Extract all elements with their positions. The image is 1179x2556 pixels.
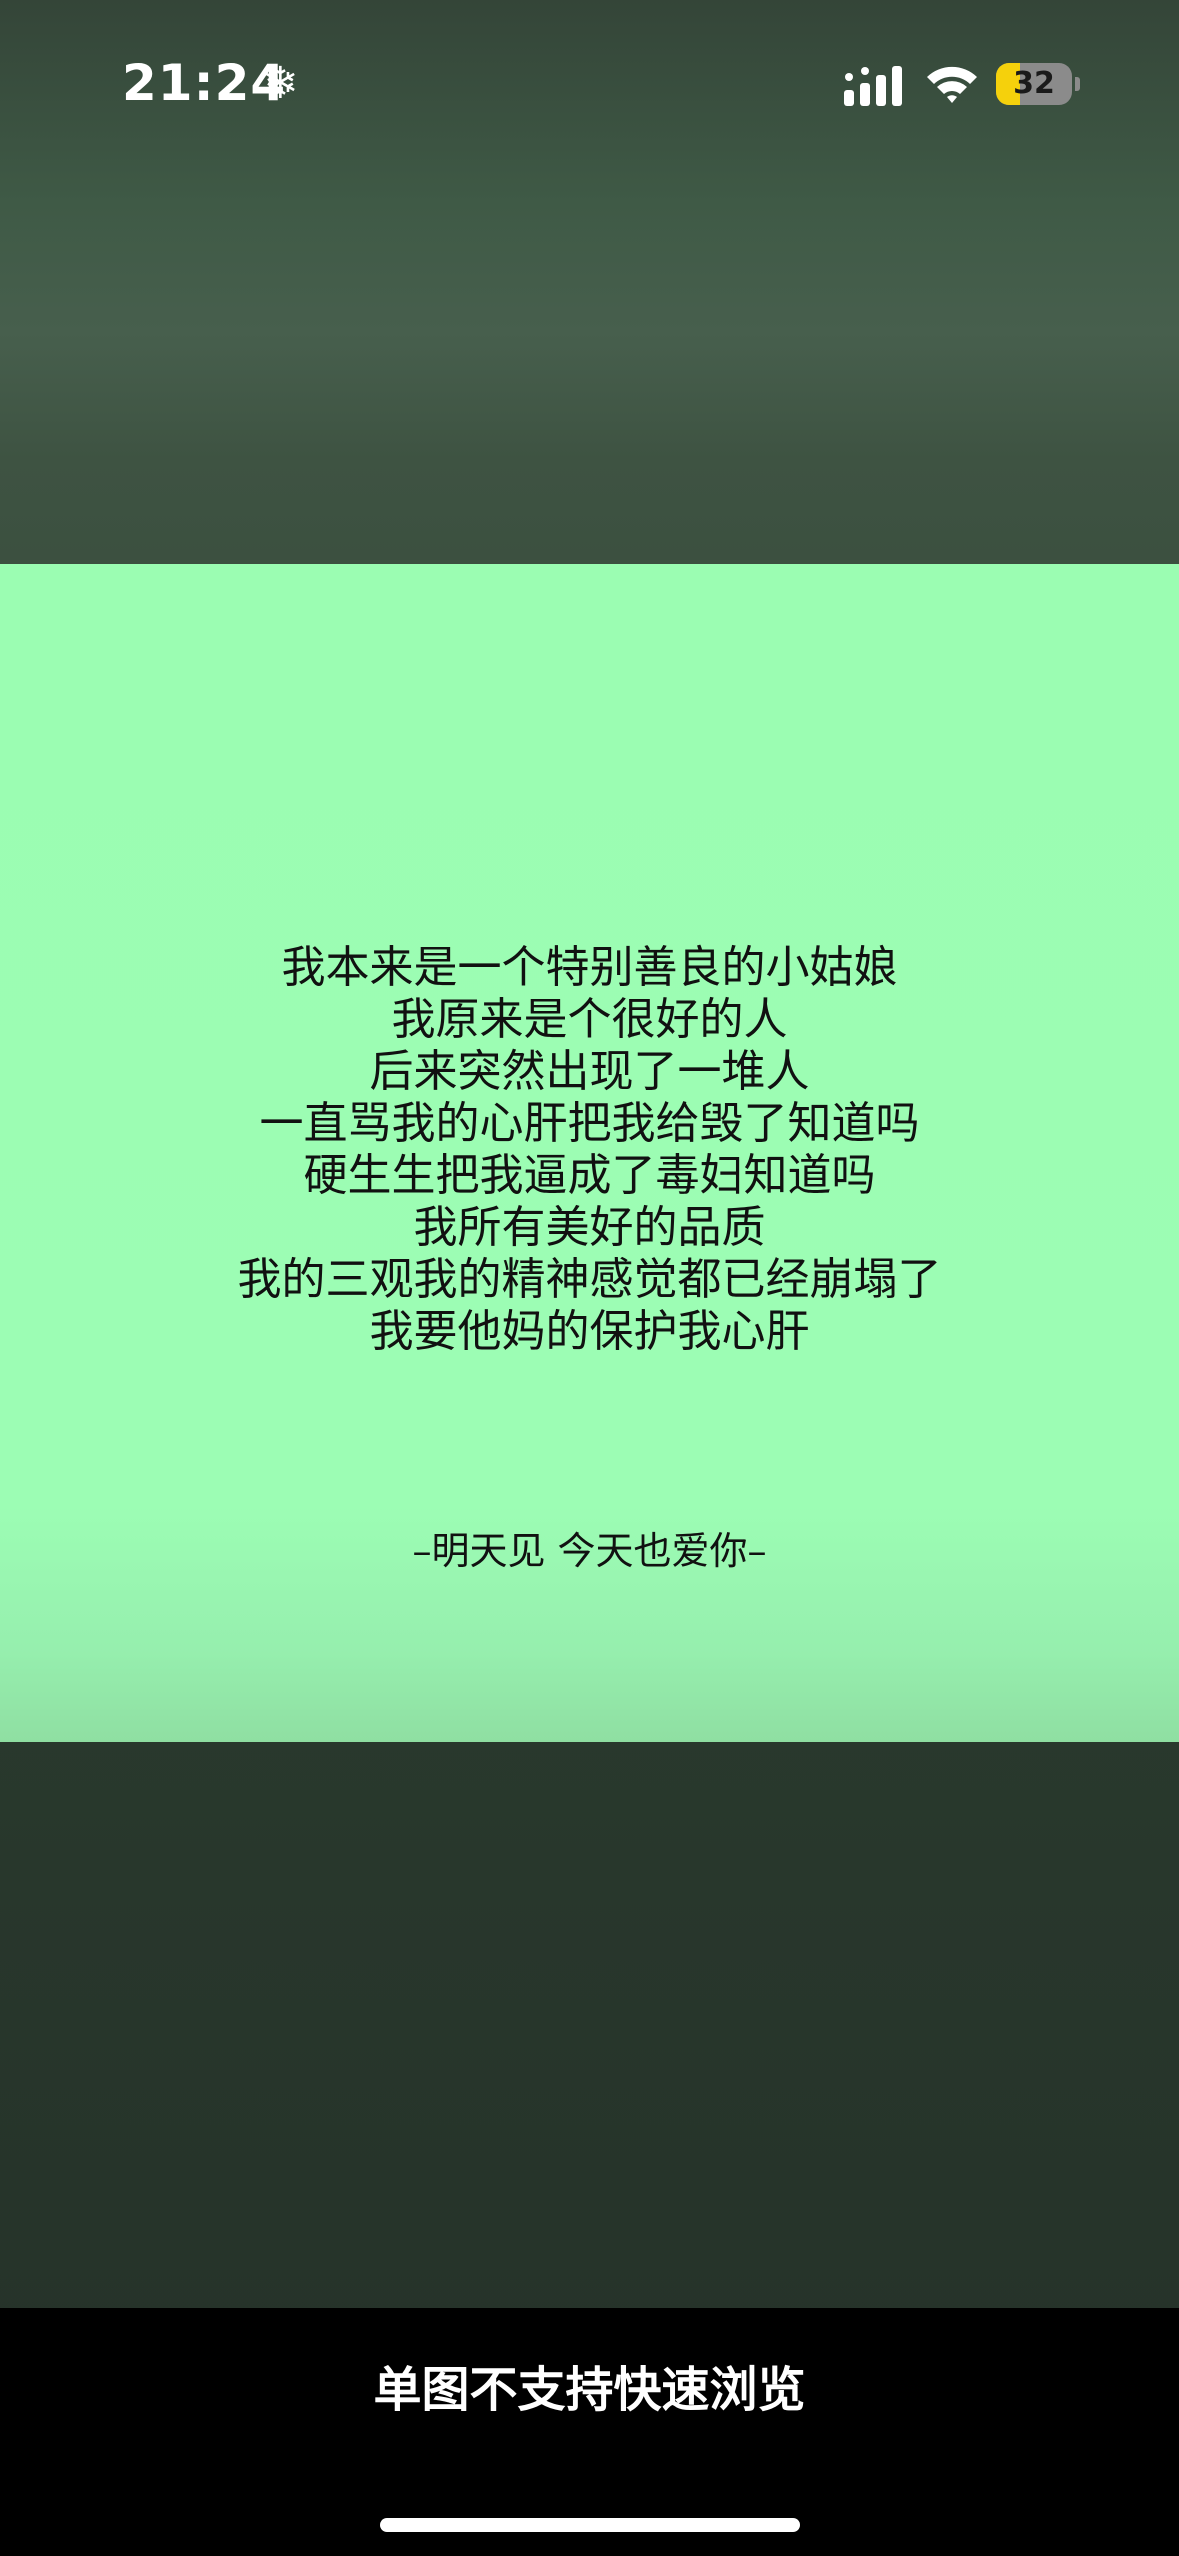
battery-body: 32 bbox=[996, 63, 1072, 105]
battery-level: 32 bbox=[1013, 66, 1055, 101]
poem-line: 我的三观我的精神感觉都已经崩塌了 bbox=[237, 1254, 942, 1305]
poem-line: 硬生生把我逼成了毒妇知道吗 bbox=[303, 1150, 876, 1201]
wifi-icon bbox=[927, 66, 977, 103]
poem-line: 我要他妈的保护我心肝 bbox=[369, 1306, 810, 1357]
poem-text: 我本来是一个特别善良的小姑娘 我原来是个很好的人 后来突然出现了一堆人 一直骂我… bbox=[0, 942, 1179, 1358]
post-image[interactable]: 我本来是一个特别善良的小姑娘 我原来是个很好的人 后来突然出现了一堆人 一直骂我… bbox=[0, 564, 1179, 1742]
poem-line: 我本来是一个特别善良的小姑娘 bbox=[281, 942, 898, 993]
signature-text: –明天见 今天也爱你– bbox=[412, 1529, 767, 1573]
snowflake-icon: ❄ bbox=[262, 58, 299, 109]
battery-cap bbox=[1075, 77, 1080, 91]
bottom-bar: 单图不支持快速浏览 bbox=[0, 2308, 1179, 2556]
signal-icon bbox=[844, 66, 902, 106]
status-bar: 21:24 ❄ 32 bbox=[0, 0, 1179, 180]
battery-icon: 32 bbox=[996, 63, 1080, 105]
image-viewer-screen: 21:24 ❄ 32 我本来是一个特别善良的小姑娘 我原来是个很好的人 后来突然… bbox=[0, 0, 1179, 2556]
single-image-notice: 单图不支持快速浏览 bbox=[373, 2362, 806, 2418]
home-indicator[interactable] bbox=[380, 2518, 800, 2532]
poem-line: 我原来是个很好的人 bbox=[391, 994, 788, 1045]
poem-line: 我所有美好的品质 bbox=[413, 1202, 766, 1253]
poem-line: 后来突然出现了一堆人 bbox=[369, 1046, 810, 1097]
poem-line: 一直骂我的心肝把我给毁了知道吗 bbox=[259, 1098, 920, 1149]
